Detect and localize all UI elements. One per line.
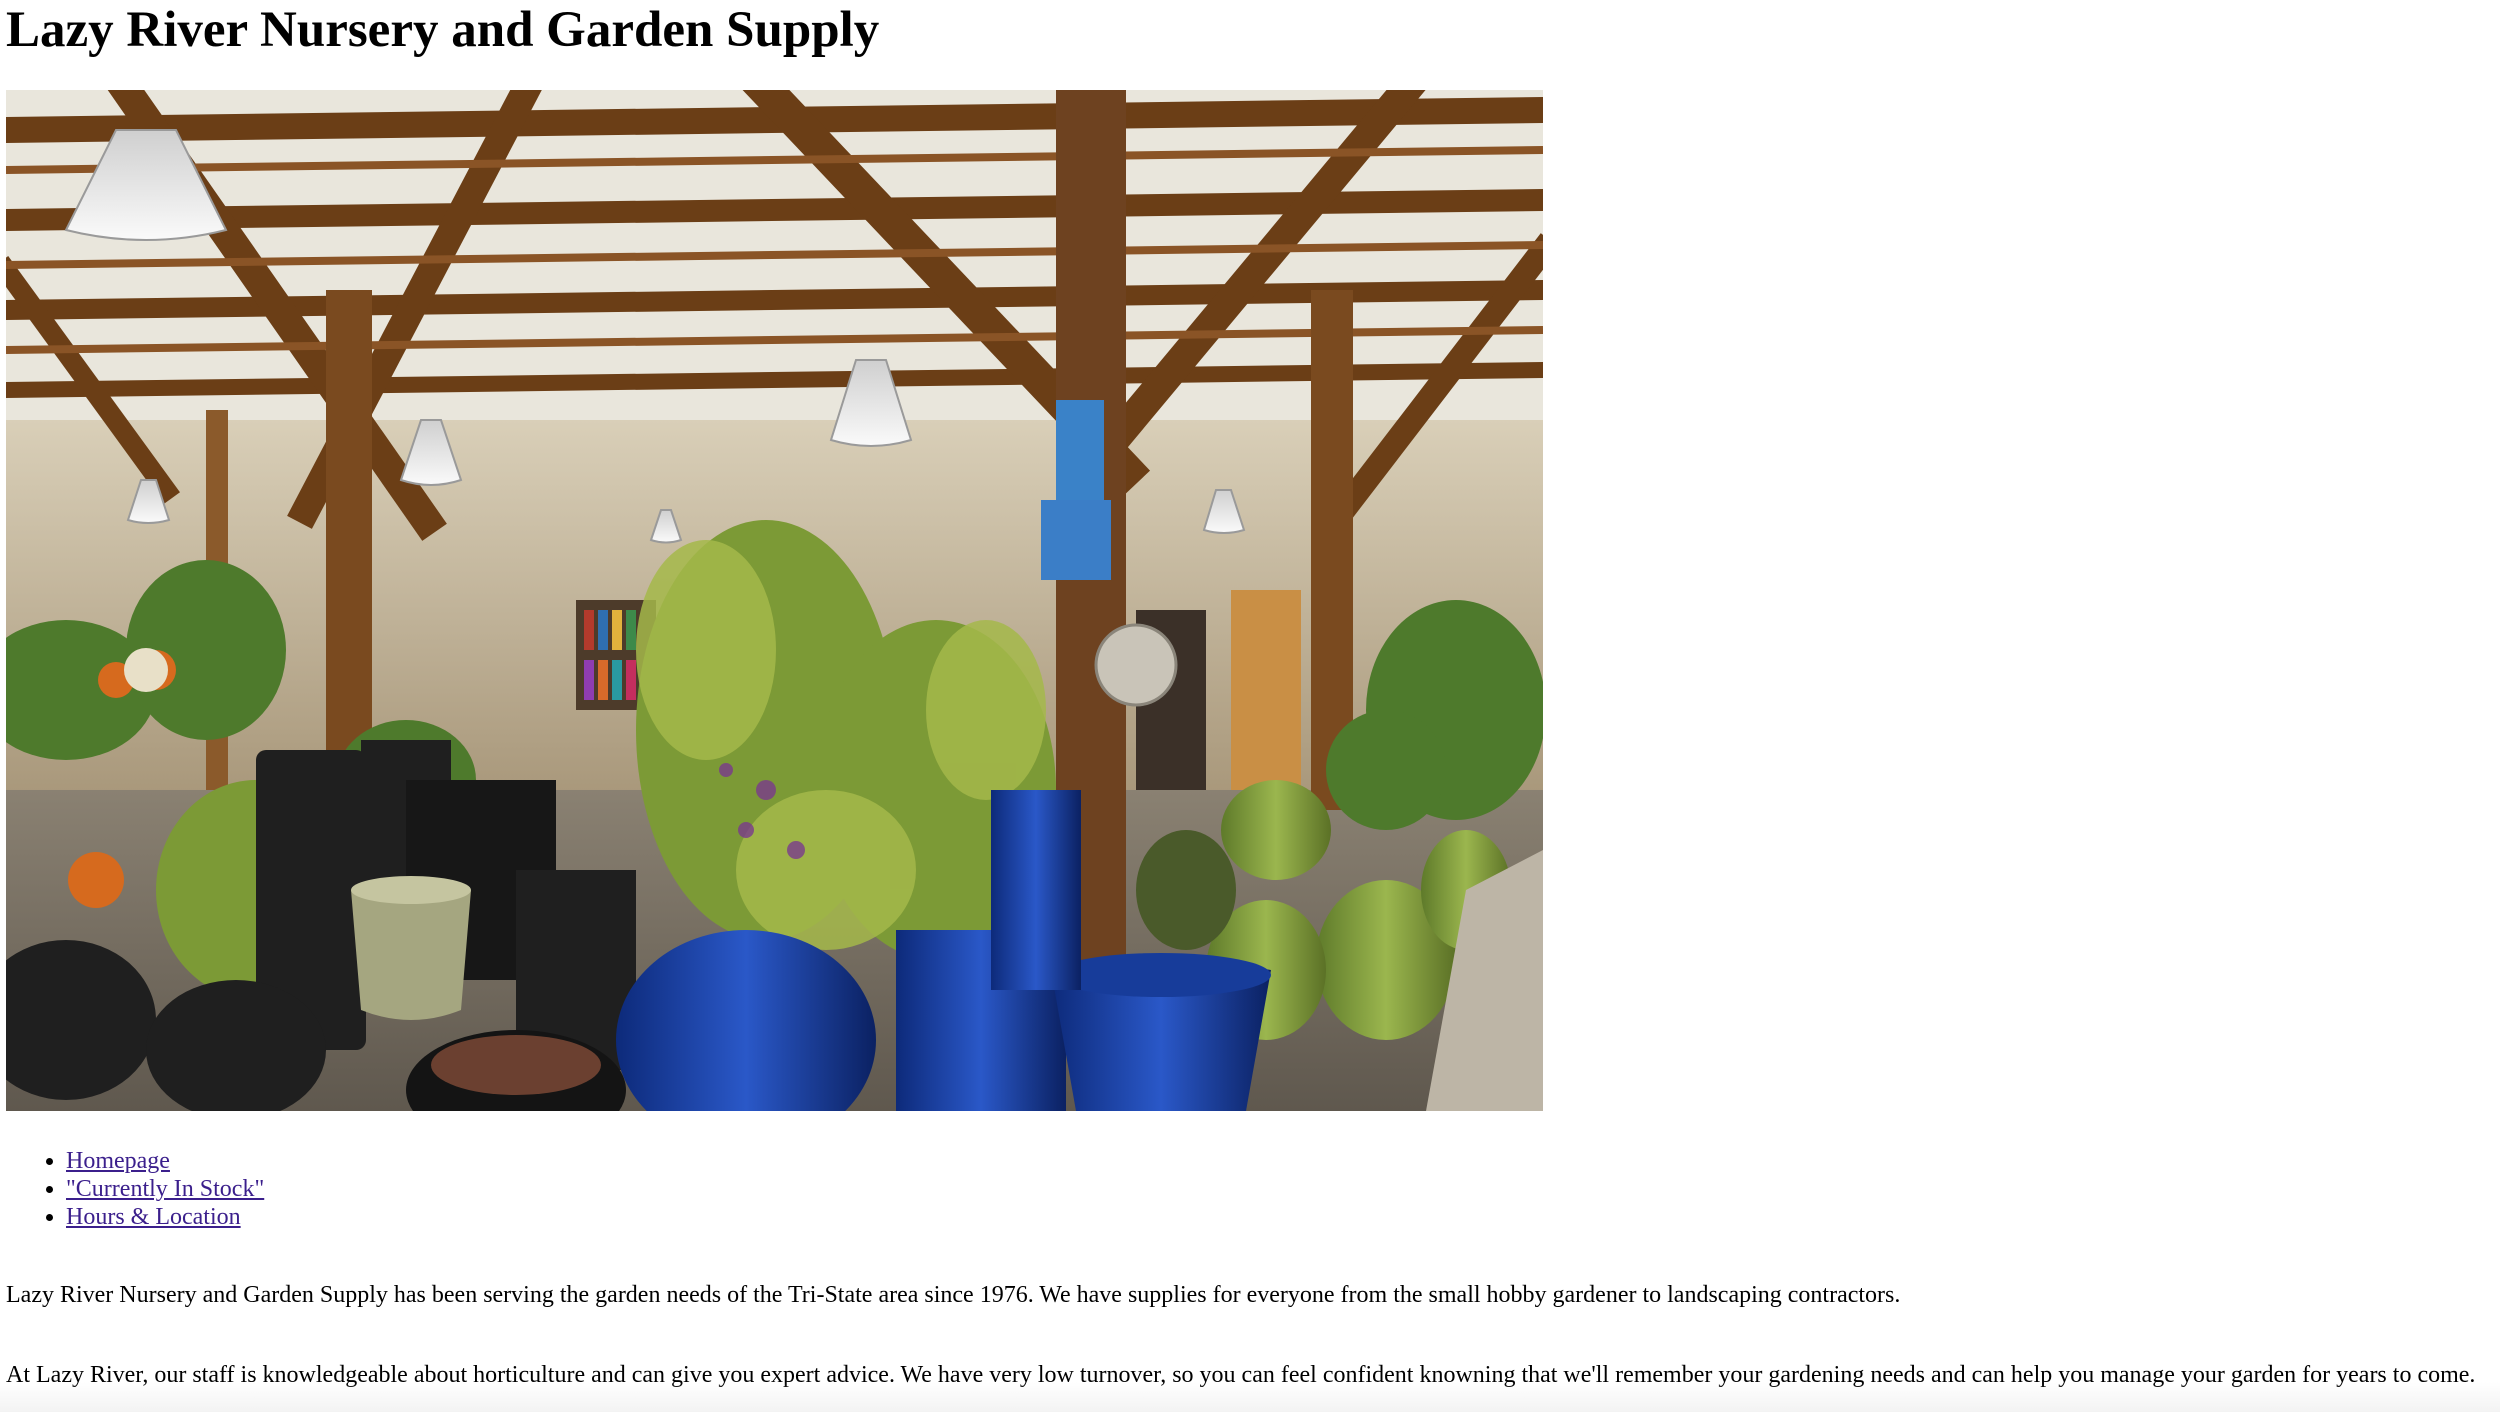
site-nav: Homepage "Currently In Stock" Hours & Lo… [6,1147,2500,1231]
page: Lazy River Nursery and Garden Supply • H… [0,0,2500,1412]
nav-item-currently-in-stock: "Currently In Stock" [66,1175,2500,1203]
nav-link-currently-in-stock[interactable]: "Currently In Stock" [66,1176,264,1202]
intro-paragraph: Lazy River Nursery and Garden Supply has… [6,1282,1901,1308]
page-title: Lazy River Nursery and Garden Supply [6,2,880,58]
nav-link-homepage[interactable]: Homepage [66,1148,170,1174]
nav-link-hours-location[interactable]: Hours & Location [66,1204,241,1230]
nav-item-hours-location: Hours & Location [66,1203,2500,1231]
bottom-fade [0,1382,2500,1412]
nav-item-homepage: Homepage [66,1147,2500,1175]
hero-photo-garden-center [6,90,1543,1111]
